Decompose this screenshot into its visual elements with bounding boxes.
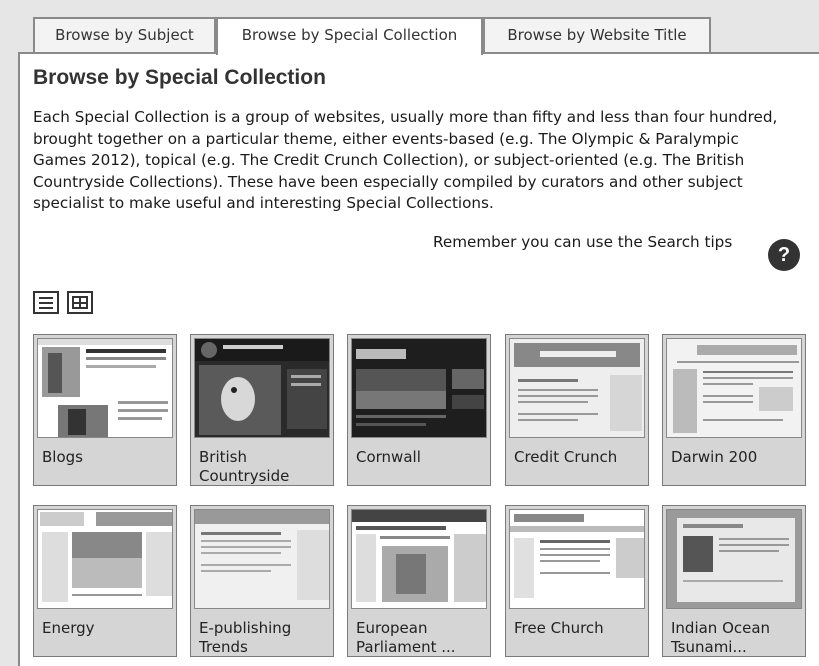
- collection-card-credit-crunch[interactable]: Credit Crunch: [505, 334, 649, 486]
- collection-card-cornwall[interactable]: Cornwall: [347, 334, 491, 486]
- collection-label[interactable]: Darwin 200: [671, 448, 801, 467]
- help-icon[interactable]: ?: [768, 239, 800, 271]
- collection-label[interactable]: Free Church: [514, 619, 644, 638]
- collection-label[interactable]: European Parliament ...: [356, 619, 486, 657]
- collection-label[interactable]: Energy: [42, 619, 172, 638]
- collection-thumbnail[interactable]: [351, 338, 487, 438]
- collection-thumbnail[interactable]: [194, 509, 330, 609]
- collection-card-darwin-200[interactable]: Darwin 200: [662, 334, 806, 486]
- tab-browse-by-special-collection[interactable]: Browse by Special Collection: [216, 17, 483, 55]
- search-tips-text: Remember you can use the Search tips: [433, 233, 733, 251]
- collection-label[interactable]: Indian Ocean Tsunami...: [671, 619, 801, 657]
- collection-card-european-parliament[interactable]: European Parliament ...: [347, 505, 491, 657]
- collection-card-e-publishing-trends[interactable]: E-publishing Trends: [190, 505, 334, 657]
- collection-thumbnail[interactable]: [37, 509, 173, 609]
- grid-view-icon[interactable]: [67, 291, 93, 314]
- collection-label[interactable]: Blogs: [42, 448, 172, 467]
- collection-thumbnail[interactable]: [351, 509, 487, 609]
- collection-thumbnail[interactable]: [666, 338, 802, 438]
- collection-label[interactable]: British Countryside: [199, 448, 329, 486]
- list-view-icon[interactable]: [33, 291, 59, 314]
- tab-browse-by-subject[interactable]: Browse by Subject: [33, 17, 216, 52]
- collection-label[interactable]: Cornwall: [356, 448, 486, 467]
- intro-text: Each Special Collection is a group of we…: [33, 108, 778, 212]
- collection-thumbnail[interactable]: [509, 509, 645, 609]
- page-title: Browse by Special Collection: [33, 66, 326, 89]
- collection-thumbnail[interactable]: [666, 509, 802, 609]
- collection-card-energy[interactable]: Energy: [33, 505, 177, 657]
- collection-label[interactable]: Credit Crunch: [514, 448, 644, 467]
- collection-thumbnail[interactable]: [509, 338, 645, 438]
- collection-card-free-church[interactable]: Free Church: [505, 505, 649, 657]
- collection-card-blogs[interactable]: Blogs: [33, 334, 177, 486]
- collection-card-indian-ocean-tsunami[interactable]: Indian Ocean Tsunami...: [662, 505, 806, 657]
- collection-card-british-countryside[interactable]: British Countryside: [190, 334, 334, 486]
- collection-label[interactable]: E-publishing Trends: [199, 619, 329, 657]
- collection-thumbnail[interactable]: [194, 338, 330, 438]
- tab-browse-by-website-title[interactable]: Browse by Website Title: [483, 17, 711, 52]
- collection-thumbnail[interactable]: [37, 338, 173, 438]
